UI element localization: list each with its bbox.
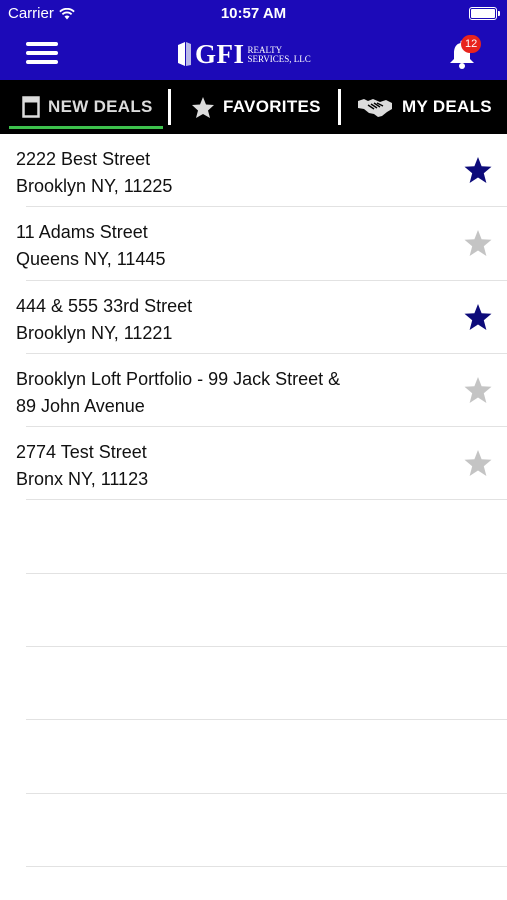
deal-line1: 2774 Test Street <box>16 442 147 463</box>
deal-row[interactable]: 11 Adams Street Queens NY, 11445 <box>16 207 507 281</box>
tab-divider <box>338 89 341 125</box>
tab-favorites[interactable]: FAVORITES <box>191 80 321 134</box>
unfavorited-star-icon[interactable] <box>463 449 493 477</box>
favorite-star-icon[interactable] <box>463 156 493 184</box>
deal-line2: 89 John Avenue <box>16 395 145 416</box>
empty-row-divider <box>26 719 507 720</box>
app-header: GFI REALTY SERVICES, LLC <box>0 28 507 80</box>
deal-address: 2774 Test Street Bronx NY, 11123 <box>16 439 406 493</box>
battery-icon <box>469 7 500 20</box>
deal-address: 11 Adams Street Queens NY, 11445 <box>16 219 406 273</box>
tab-new-deals-label: NEW DEALS <box>48 97 153 116</box>
deal-line1: 444 & 555 33rd Street <box>16 295 193 316</box>
tab-divider <box>168 89 171 125</box>
empty-row-divider <box>26 573 507 574</box>
tab-my-deals[interactable]: MY DEALS <box>356 80 492 134</box>
building-logo-icon <box>178 42 191 66</box>
logo-main-text: GFI <box>195 38 245 69</box>
tab-favorites-label: FAVORITES <box>223 97 321 116</box>
deal-row[interactable]: 444 & 555 33rd Street Brooklyn NY, 11221 <box>16 281 507 354</box>
logo-sub-text: REALTY SERVICES, LLC <box>248 46 311 64</box>
status-time: 10:57 AM <box>220 5 287 22</box>
deal-address: 444 & 555 33rd Street Brooklyn NY, 11221 <box>16 293 406 347</box>
favorite-star-icon[interactable] <box>463 303 493 331</box>
deal-row[interactable]: Brooklyn Loft Portfolio - 99 Jack Street… <box>16 354 507 428</box>
document-icon <box>22 96 40 118</box>
deal-line2: Brooklyn NY, 11225 <box>16 176 173 196</box>
deal-line2: Queens NY, 11445 <box>16 249 166 270</box>
handshake-icon <box>358 99 392 117</box>
deal-line1: 2222 Best Street <box>16 149 151 169</box>
logo-sub-line2: SERVICES, LLC <box>247 54 311 64</box>
unfavorited-star-icon[interactable] <box>463 229 493 257</box>
deal-line1: 11 Adams Street <box>16 222 148 243</box>
tab-my-deals-label: MY DEALS <box>402 97 492 116</box>
deal-address: Brooklyn Loft Portfolio - 99 Jack Street… <box>16 366 406 420</box>
menu-bar-icon <box>26 51 58 55</box>
hamburger-menu-button[interactable] <box>26 40 60 68</box>
deal-row[interactable]: 2774 Test Street Bronx NY, 11123 <box>16 427 507 501</box>
active-tab-indicator <box>9 126 163 129</box>
deal-line2: Brooklyn NY, 11221 <box>16 322 173 343</box>
deal-line1: Brooklyn Loft Portfolio - 99 Jack Street… <box>16 368 341 389</box>
empty-row-divider <box>26 646 507 647</box>
empty-row-divider <box>26 866 507 867</box>
deal-row[interactable]: 2222 Best Street Brooklyn NY, 11225 <box>16 134 507 208</box>
status-bar: Carrier 10:57 AM <box>0 0 507 28</box>
gfi-logo: GFI REALTY SERVICES, LLC <box>176 38 311 70</box>
deal-address: 2222 Best Street Brooklyn NY, 11225 <box>16 146 406 200</box>
unfavorited-star-icon[interactable] <box>463 376 493 404</box>
empty-row-divider <box>26 793 507 794</box>
menu-bar-icon <box>26 42 58 46</box>
menu-bar-icon <box>26 60 58 64</box>
notification-badge: 12 <box>461 35 482 53</box>
deals-list: 2222 Best Street Brooklyn NY, 11225 11 A… <box>0 134 507 501</box>
deal-line2: Bronx NY, 11123 <box>16 469 149 490</box>
star-icon <box>192 96 214 118</box>
